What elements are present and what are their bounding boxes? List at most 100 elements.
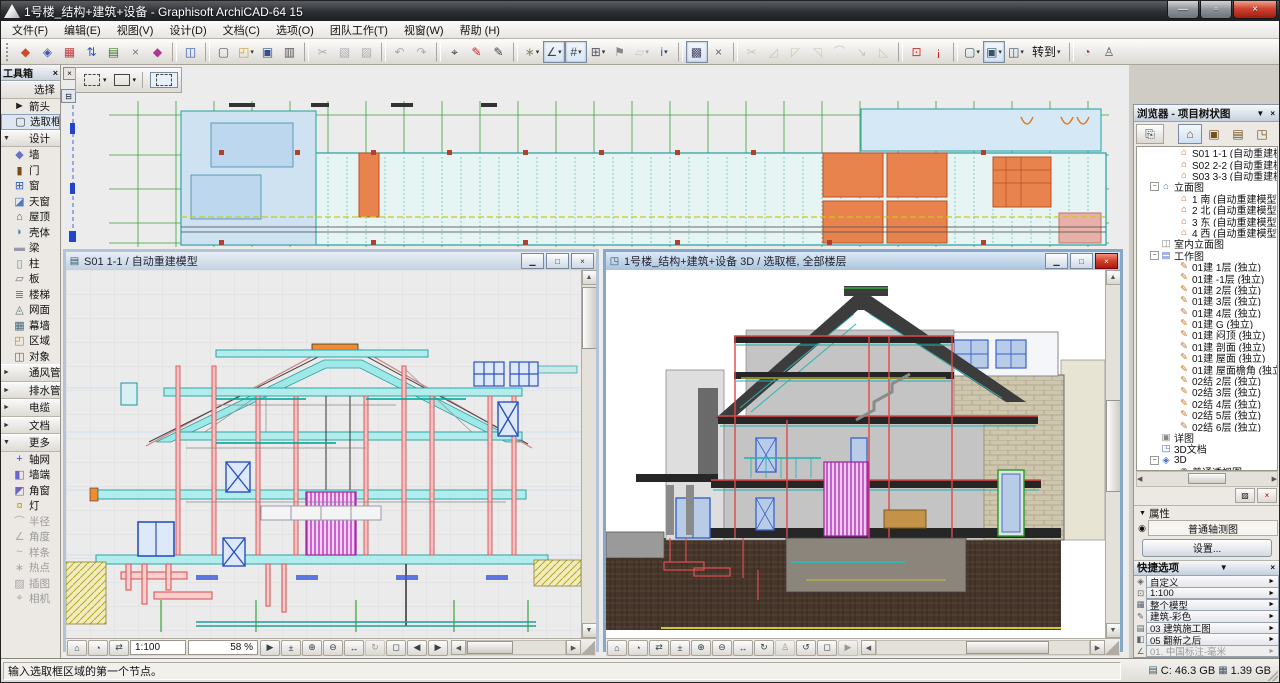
zoom-selection-icon[interactable]: ◻ [817,640,837,656]
infobox-tab-icon[interactable]: ⊟ [61,89,76,103]
section-maximize-button[interactable]: □ [546,253,569,269]
qo-view-settings[interactable]: ◈自定义► [1134,576,1280,588]
teamwork-changes-icon[interactable]: ▤ [103,41,125,63]
navigator-popup-button[interactable]: ⎘ [1136,124,1164,144]
tool-beam[interactable]: ▬梁 [1,240,60,256]
toolbar-sep[interactable] [436,42,441,62]
tool-hotspot[interactable]: ∗热点 [1,560,60,576]
tree-item-ws-01j-3f[interactable]: ✎01建 3层 (独立) [1137,295,1277,306]
tool-slab[interactable]: ▱板 [1,271,60,287]
qo-dimension-style[interactable]: ∠01. 中国标注-毫米► [1134,645,1280,657]
tree-node-3d-document[interactable]: ◳3D文档 [1137,443,1277,454]
menu-window[interactable]: 视窗(W) [397,21,451,39]
tree-item-ws-01j-attic[interactable]: ✎01建 闷顶 (独立) [1137,329,1277,340]
tree-item-ws-02s-3f[interactable]: ✎02结 3层 (独立) [1137,386,1277,397]
toolbox-group-pipe[interactable]: ►排水管 [1,382,60,400]
arrange-icon[interactable]: ⇄ [649,640,669,656]
undo-icon[interactable]: ↶ [389,41,411,63]
quick-options-collapse-icon[interactable]: ▼ [1218,563,1230,572]
tree-item-ws-01j-2f[interactable]: ✎01建 2层 (独立) [1137,284,1277,295]
split-icon[interactable]: ◿ [763,41,785,63]
toolbar-sep[interactable] [513,42,518,62]
toolbox-group-duct[interactable]: ►通风管 [1,364,60,382]
section-minimize-button[interactable]: ▁ [521,253,544,269]
coordinate-constraint-icon[interactable]: #▾ [565,41,587,63]
cursor-snap-icon[interactable]: ∠▾ [543,41,565,63]
zoom-menu-arrow[interactable]: ▶ [260,640,280,656]
tool-arrow[interactable]: ►箭头 [1,99,60,115]
qo-renovation-filter[interactable]: ◧05 翻新之后► [1134,634,1280,646]
element-snap-icon[interactable]: ⊡ [906,41,928,63]
qo-pen-set[interactable]: ✎建筑-彩色► [1134,611,1280,623]
tree-item-elev-north[interactable]: ⌂2 北 (自动重建模型) [1137,204,1277,215]
open-file-icon[interactable]: ◰▾ [235,41,257,63]
toolbox-close-icon[interactable]: × [53,68,58,78]
app-icon[interactable] [4,4,20,18]
previous-zoom-icon[interactable]: ◀ [407,640,427,656]
toolbar-sep[interactable] [172,42,177,62]
zoom-out-icon[interactable]: ⊖ [323,640,343,656]
tool-skylight[interactable]: ◪天窗 [1,194,60,210]
inject-parameters-icon[interactable]: ✎ [466,41,488,63]
tool-marquee[interactable]: ▢选取框 [1,114,60,130]
tree-item-ws-02s-5f[interactable]: ✎02结 5层 (独立) [1137,409,1277,420]
pan-icon[interactable]: ↔ [344,640,364,656]
toolbar-sep[interactable] [898,42,903,62]
teamwork-leave-icon[interactable]: × [125,41,147,63]
tool-curtain-wall[interactable]: ▦幕墙 [1,318,60,334]
marquee-single-button[interactable] [150,72,178,88]
tool-object[interactable]: ◫对象 [1,349,60,365]
tool-figure[interactable]: ▨插图 [1,576,60,592]
virtual-trace-icon[interactable]: ▩ [686,41,708,63]
toolbox-group-select[interactable]: 选择 [1,81,60,99]
orbit-icon[interactable]: ◔ [1077,41,1099,63]
view3d-hscrollbar[interactable]: ◀▶ [861,641,1105,655]
tool-door[interactable]: ▮门 [1,163,60,179]
project-sharing-icon[interactable]: ◫ [180,41,202,63]
info-icon[interactable]: i▾ [653,41,675,63]
magic-wand-icon[interactable]: ∗▾ [521,41,543,63]
tool-stair[interactable]: ≣楼梯 [1,287,60,303]
new-file-icon[interactable]: ▢ [213,41,235,63]
menu-file[interactable]: 文件(F) [5,21,55,39]
toolbar-sep[interactable] [678,42,683,62]
tree-item-s03[interactable]: ⌂S03 3-3 (自动重建模型) [1137,170,1277,181]
paste-icon[interactable]: ▨ [356,41,378,63]
toolbar-sep[interactable] [733,42,738,62]
flag-icon[interactable]: ⚑ [609,41,631,63]
navigator-new-item-button[interactable]: ▨ [1235,488,1255,503]
tree-item-ws-02s-6f[interactable]: ✎02结 6层 (独立) [1137,420,1277,431]
view3d-vscrollbar[interactable]: ▲ ▼ [1105,270,1120,638]
trace-off-icon[interactable]: × [708,41,730,63]
resize-icon[interactable]: ↘ [851,41,873,63]
copy-icon[interactable]: ▧ [334,41,356,63]
tree-item-ws-01j-roof[interactable]: ✎01建 屋面 (独立) [1137,352,1277,363]
fillet-icon[interactable]: ⌒ [829,41,851,63]
quick-options-popup-icon[interactable]: ◔ [88,640,108,656]
print-icon[interactable]: ▥ [279,41,301,63]
zoom-in-icon[interactable]: ⊕ [691,640,711,656]
scale-field[interactable]: 1:100 [130,640,186,655]
toolbar-sep[interactable] [205,42,210,62]
view3d-close-button[interactable]: × [1095,253,1118,269]
floor-plan-window-icon[interactable]: ▢▾ [961,41,983,63]
tree-node-3d[interactable]: −◈3D [1137,455,1277,466]
quick-options-close-icon[interactable]: × [1268,563,1277,572]
toolbar-grip[interactable] [6,43,12,61]
toolbox-group-cable[interactable]: ►电缆 [1,399,60,417]
tree-item-elev-east[interactable]: ⌂3 东 (自动重建模型) [1137,215,1277,226]
zoom-step-icon[interactable]: ± [670,640,690,656]
toolbar-sep[interactable] [304,42,309,62]
teamwork-message-icon[interactable]: ◆ [147,41,169,63]
stretch-icon[interactable]: ◺ [873,41,895,63]
publisher-button[interactable]: ◳ [1250,124,1274,144]
zoom-percent-field[interactable]: 58 % [188,640,258,655]
navigator-collapse-icon[interactable]: ▼ [1254,109,1266,118]
view3d-drawing-area[interactable]: ▲ ▼ [606,270,1120,638]
pick-up-parameters-icon[interactable]: ⌖ [444,41,466,63]
redo-icon[interactable]: ↷ [411,41,433,63]
qo-structure-display[interactable]: ▦整个模型► [1134,599,1280,611]
tool-lamp[interactable]: ¤灯 [1,498,60,514]
section-vscrollbar[interactable]: ▲ ▼ [581,270,596,638]
pen-icon[interactable]: ✎ [488,41,510,63]
